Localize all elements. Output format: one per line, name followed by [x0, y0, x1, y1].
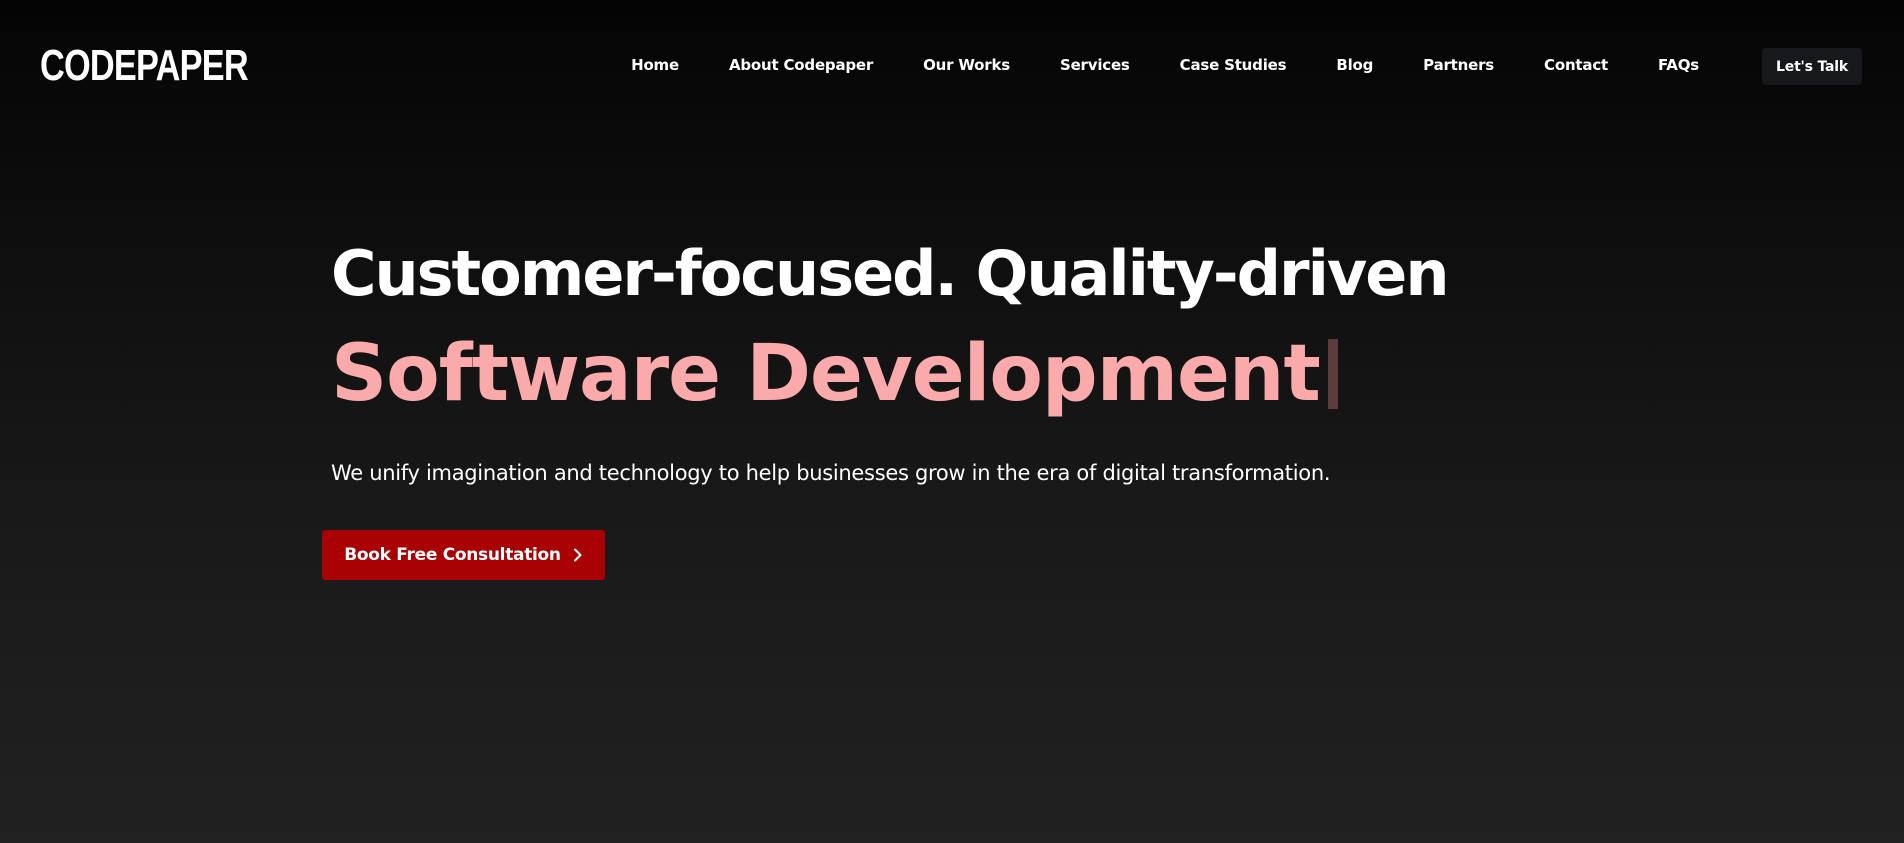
nav-item-faqs[interactable]: FAQs [1658, 56, 1699, 74]
hero-accent-line: Software Development [331, 324, 1631, 424]
nav-item-blog[interactable]: Blog [1336, 56, 1373, 74]
typing-cursor [1327, 339, 1338, 409]
book-consultation-button[interactable]: Book Free Consultation [322, 530, 605, 580]
hero-subtitle: We unify imagination and technology to h… [331, 461, 1331, 485]
nav-item-home[interactable]: Home [631, 56, 679, 74]
nav-item-partners[interactable]: Partners [1423, 56, 1494, 74]
book-consultation-label: Book Free Consultation [344, 545, 561, 565]
site-header: CODEPAPER Home About Codepaper Our Works… [0, 0, 1904, 130]
lets-talk-button[interactable]: Let's Talk [1762, 48, 1862, 85]
main-nav: Home About Codepaper Our Works Services … [631, 50, 1699, 80]
site-logo[interactable]: CODEPAPER [40, 40, 249, 92]
nav-item-services[interactable]: Services [1060, 56, 1130, 74]
hero-title: Customer-focused. Quality-driven [331, 237, 1449, 310]
hero-accent-text: Software Development [331, 329, 1321, 419]
nav-item-contact[interactable]: Contact [1544, 56, 1608, 74]
hero-section: Customer-focused. Quality-driven Softwar… [331, 230, 1631, 488]
nav-item-about[interactable]: About Codepaper [729, 56, 873, 74]
chevron-right-icon [573, 548, 583, 562]
nav-item-our-works[interactable]: Our Works [923, 56, 1010, 74]
nav-item-case-studies[interactable]: Case Studies [1180, 56, 1287, 74]
